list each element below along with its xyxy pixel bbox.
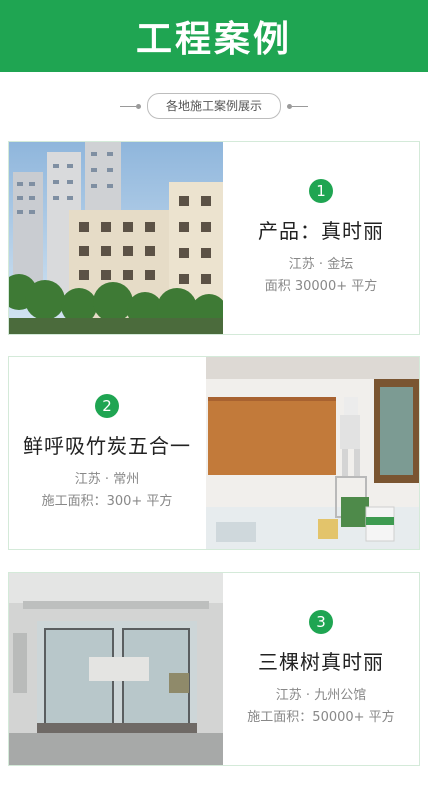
case-area: 施工面积：50000+ 平方: [247, 709, 395, 725]
case-number-badge: 2: [95, 393, 119, 418]
right-decoration: [287, 103, 308, 109]
case-info-2: 2 鲜呼吸竹炭五合一 江苏 · 常州 施工面积：300+ 平方: [9, 357, 205, 549]
case-number-badge: 1: [309, 178, 333, 203]
case-location: 江苏 · 金坛: [288, 256, 354, 272]
case-info-1: 1 产品：真时丽 江苏 · 金坛 面积 30000+ 平方: [223, 142, 419, 334]
case-photo-buildings: [9, 142, 223, 334]
page-header: 工程案例: [0, 0, 428, 72]
section-subtitle: 各地施工案例展示: [0, 92, 428, 120]
subtitle-pill: 各地施工案例展示: [146, 93, 281, 119]
case-photo-painter-room: [206, 357, 419, 549]
case-location: 江苏 · 九州公馆: [275, 687, 367, 703]
left-decoration: [119, 103, 141, 109]
case-product: 鲜呼吸竹炭五合一: [23, 433, 191, 458]
page-title: 工程案例: [135, 19, 292, 60]
case-info-3: 3 三棵树真时丽 江苏 · 九州公馆 施工面积：50000+ 平方: [223, 573, 419, 765]
case-photo-empty-room: [9, 573, 223, 765]
case-area: 施工面积：300+ 平方: [41, 493, 173, 509]
case-location: 江苏 · 常州: [74, 471, 140, 487]
case-product: 三棵树真时丽: [258, 649, 384, 674]
case-card-3[interactable]: 3 三棵树真时丽 江苏 · 九州公馆 施工面积：50000+ 平方: [8, 572, 420, 766]
case-card-2[interactable]: 2 鲜呼吸竹炭五合一 江苏 · 常州 施工面积：300+ 平方: [8, 356, 420, 550]
case-area: 面积 30000+ 平方: [264, 278, 378, 294]
case-number-badge: 3: [309, 609, 333, 634]
case-product: 产品：真时丽: [258, 218, 384, 243]
case-card-1[interactable]: 1 产品：真时丽 江苏 · 金坛 面积 30000+ 平方: [8, 141, 420, 335]
